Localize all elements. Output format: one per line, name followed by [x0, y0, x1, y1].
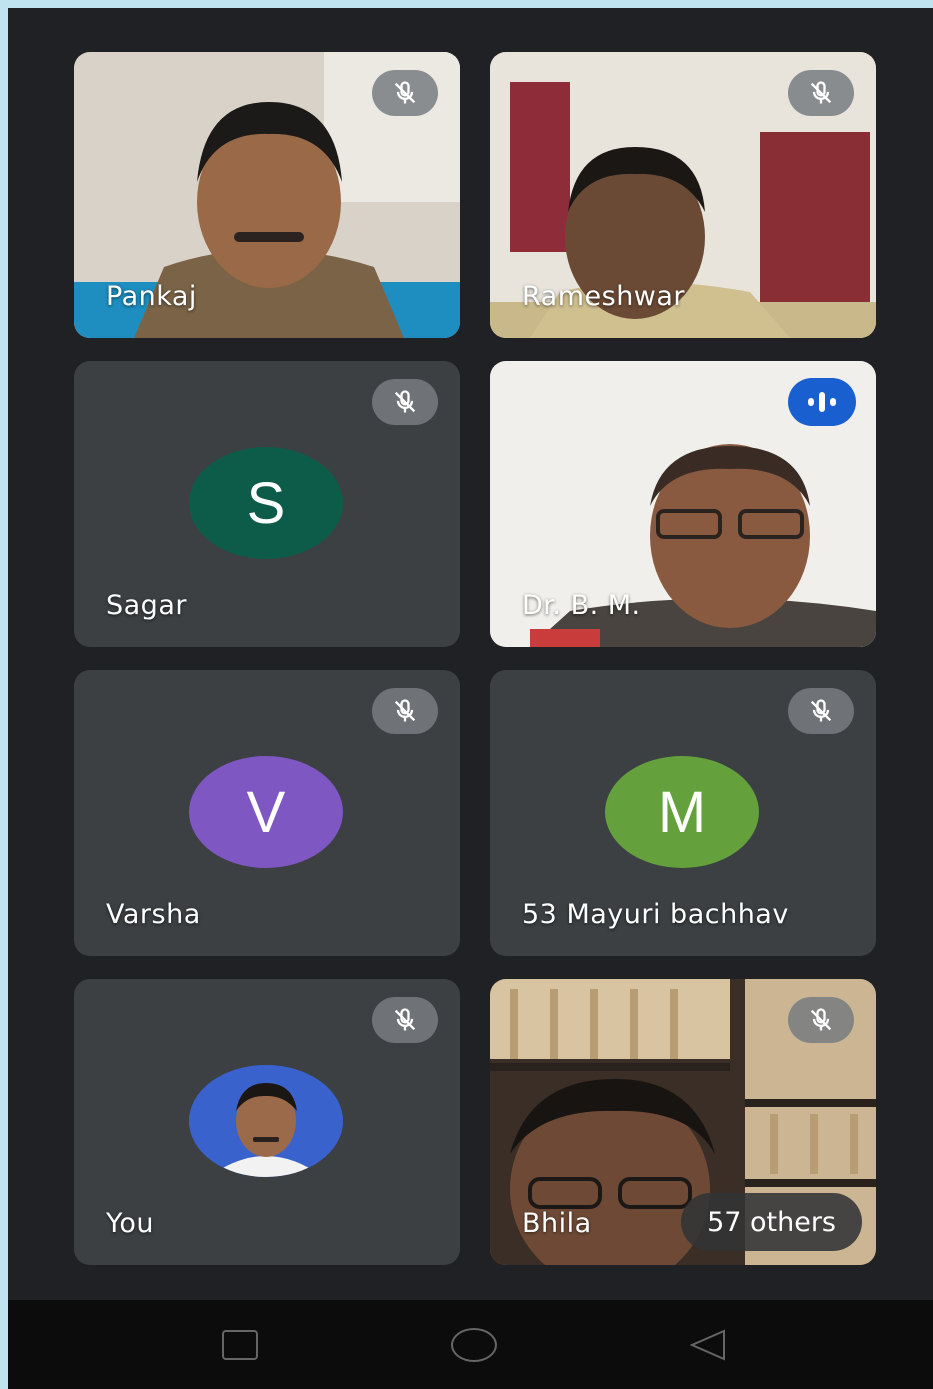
avatar: V [189, 756, 343, 868]
participant-name: Dr. B. M. [522, 590, 641, 621]
participant-name: Bhila [522, 1208, 592, 1239]
mic-off-icon [372, 70, 438, 116]
participant-tile-bhila[interactable]: Bhila 57 others [490, 979, 876, 1265]
avatar: M [605, 756, 759, 868]
meeting-screen: Pankaj Rameshwar S Sagar Dr. B. M. V Var… [8, 8, 933, 1389]
speaking-indicator-icon [788, 378, 856, 426]
profile-photo-avatar [189, 1065, 343, 1177]
mic-off-icon [372, 997, 438, 1043]
others-count-button[interactable]: 57 others [681, 1193, 862, 1251]
participant-name: Pankaj [106, 281, 197, 312]
participant-tile-dr-bm[interactable]: Dr. B. M. [490, 361, 876, 647]
participant-tile-mayuri[interactable]: M 53 Mayuri bachhav [490, 670, 876, 956]
triangle-back-icon[interactable] [686, 1327, 728, 1363]
circle-icon[interactable] [451, 1328, 497, 1362]
participant-tile-pankaj[interactable]: Pankaj [74, 52, 460, 338]
participant-name: Varsha [106, 899, 201, 930]
participant-name: Rameshwar [522, 281, 686, 312]
participant-name: Sagar [106, 590, 187, 621]
mic-off-icon [372, 688, 438, 734]
square-icon[interactable] [222, 1330, 258, 1360]
participant-tile-rameshwar[interactable]: Rameshwar [490, 52, 876, 338]
avatar: S [189, 447, 343, 559]
participant-name: 53 Mayuri bachhav [522, 899, 789, 930]
participant-tile-you[interactable]: You [74, 979, 460, 1265]
mic-off-icon [788, 70, 854, 116]
participant-tile-varsha[interactable]: V Varsha [74, 670, 460, 956]
system-nav-bar [8, 1300, 933, 1389]
participant-name: You [106, 1208, 155, 1239]
mic-off-icon [788, 997, 854, 1043]
participant-tile-sagar[interactable]: S Sagar [74, 361, 460, 647]
mic-off-icon [788, 688, 854, 734]
mic-off-icon [372, 379, 438, 425]
